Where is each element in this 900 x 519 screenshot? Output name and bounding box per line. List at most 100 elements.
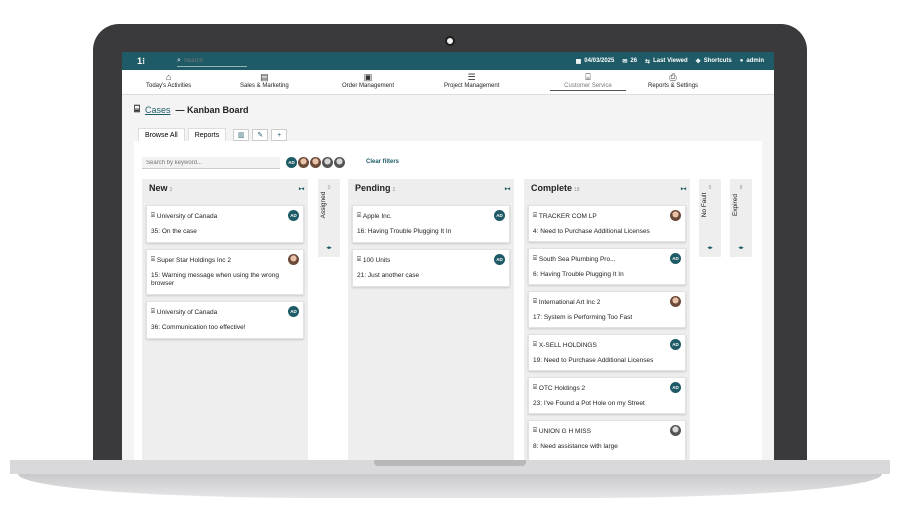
avatar[interactable] (298, 157, 309, 168)
kanban-card[interactable]: ⌸ TRACKER COM LP 4: Need to Purchase Addi… (528, 205, 686, 242)
card-company: ⌸ Apple Inc. (357, 212, 392, 220)
card-title: 4: Need to Purchase Additional Licenses (533, 228, 650, 235)
card-title: 8: Need assistance with large (533, 443, 618, 450)
kanban-card[interactable]: ⌸ OTC Holdings 2 AD 23: I've Found a Pot … (528, 377, 686, 414)
kanban-card[interactable]: ⌸ 100 Units AD 21: Just another case (352, 249, 510, 287)
building-icon: ⌸ (533, 427, 537, 434)
avatar[interactable] (334, 157, 345, 168)
kanban-card[interactable]: ⌸ Super Star Holdings Inc 2 15: Warning m… (146, 249, 304, 295)
building-icon: ⌸ (533, 255, 537, 262)
column-assigned[interactable]: 0 Assigned ◂▸ (318, 179, 340, 257)
expand-icon[interactable]: ◂▸ (730, 245, 752, 251)
building-icon: ⌸ (357, 212, 361, 219)
column-new: New 3 ▸◂ ⌸ University of Canada AD 35: On … (142, 179, 308, 460)
expand-icon[interactable]: ◂▸ (318, 245, 340, 251)
tab-browse-all[interactable]: Browse All (138, 128, 185, 142)
column-expired[interactable]: 8 Expired ◂▸ (730, 179, 752, 257)
laptop-base-bottom (18, 474, 882, 498)
camera-icon (445, 36, 455, 46)
card-title: 35: On the case (151, 228, 197, 235)
mail-widget[interactable]: ✉ 26 (622, 58, 637, 65)
card-title: 21: Just another case (357, 272, 420, 279)
avatar (670, 210, 681, 221)
avatar (288, 254, 299, 265)
printer-icon: ⎙ (669, 72, 677, 82)
card-company: ⌸ University of Canada (151, 212, 218, 220)
mail-icon: ✉ (622, 58, 628, 65)
clipboard-icon: ▣ (363, 72, 373, 82)
building-icon: ⌸ (357, 256, 361, 263)
building-icon: ⌸ (533, 298, 537, 305)
user-menu[interactable]: ● admin (740, 58, 764, 64)
home-icon: ⌂ (165, 72, 172, 82)
card-title: 19: Need to Purchase Additional Licenses (533, 357, 654, 364)
inbox-icon: ⌸ (585, 72, 591, 82)
list-icon: ☰ (467, 72, 476, 82)
laptop-notch (374, 460, 526, 466)
card-company: ⌸ South Sea Plumbing Pro... (533, 255, 616, 263)
avatar: AD (288, 210, 299, 221)
avatar: AD (494, 254, 505, 265)
avatar: AD (288, 306, 299, 317)
app-logo[interactable]: 1⁝ (134, 55, 148, 67)
nav-project-management[interactable]: ☰ Project Management (444, 72, 499, 89)
card-title: 15: Warning message when using the wrong… (151, 272, 280, 287)
avatar[interactable] (322, 157, 333, 168)
kanban-card[interactable]: ⌸ University of Canada AD 36: Communicati… (146, 301, 304, 339)
collapse-icon[interactable]: ▸◂ (681, 186, 686, 192)
last-viewed-link[interactable]: ⇆ Last Viewed (645, 58, 688, 65)
clear-filters-link[interactable]: Clear filters (366, 159, 399, 165)
avatar: AD (494, 210, 505, 221)
page-title: — Kanban Board (175, 104, 249, 115)
expand-icon[interactable]: ◂▸ (699, 245, 721, 251)
card-company: ⌸ OTC Holdings 2 (533, 384, 586, 392)
global-search[interactable]: ⌕ (177, 56, 247, 67)
avatar (670, 296, 681, 307)
inbox-icon: ⌸ (134, 104, 140, 115)
card-company: ⌸ UNION G H MISS (533, 427, 591, 435)
shortcuts-link[interactable]: ✥ Shortcuts (696, 58, 732, 65)
avatar[interactable] (310, 157, 321, 168)
date-widget[interactable]: ▦ 04/03/2025 (576, 58, 615, 65)
edit-view-icon[interactable]: ✎ (252, 129, 269, 141)
keyword-search-input[interactable] (142, 157, 280, 169)
avatar: AD (670, 382, 681, 393)
store-icon: ▤ (260, 72, 269, 82)
breadcrumb: ⌸ Cases — Kanban Board (134, 104, 249, 115)
column-no-fault[interactable]: 5 No Fault ◂▸ (699, 179, 721, 257)
nav-reports-settings[interactable]: ⎙ Reports & Settings (648, 72, 698, 89)
avatar[interactable]: AD (286, 157, 297, 168)
building-icon: ⌸ (151, 308, 155, 315)
building-icon: ⌸ (533, 384, 537, 391)
view-tabs: Browse All Reports ▥ ✎ + (138, 128, 288, 142)
user-filter-avatars: AD (286, 157, 345, 168)
nav-customer-service[interactable]: ⌸ Customer Service (550, 72, 626, 91)
kanban-card[interactable]: ⌸ Apple Inc. AD 16: Having Trouble Pluggi… (352, 205, 510, 243)
card-company: ⌸ X-SELL HOLDINGS (533, 341, 597, 349)
collapse-icon[interactable]: ▸◂ (505, 186, 510, 192)
kanban-card[interactable]: ⌸ University of Canada AD 35: On the case (146, 205, 304, 243)
kanban-card[interactable]: ⌸ International Art Inc 2 17: System is P… (528, 291, 686, 328)
calendar-icon: ▦ (575, 58, 582, 65)
kanban-card[interactable]: ⌸ UNION G H MISS 8: Need assistance with … (528, 420, 686, 460)
kanban-view-icon[interactable]: ▥ (233, 129, 250, 141)
card-title: 17: System is Performing Too Fast (533, 314, 633, 321)
nav-sales-marketing[interactable]: ▤ Sales & Marketing (240, 72, 289, 89)
kanban-card[interactable]: ⌸ South Sea Plumbing Pro... AD 6: Having … (528, 248, 686, 285)
card-company: ⌸ 100 Units (357, 256, 391, 264)
tab-reports[interactable]: Reports (187, 128, 227, 142)
nav-order-management[interactable]: ▣ Order Management (342, 72, 394, 89)
building-icon: ⌸ (533, 341, 537, 348)
card-company: ⌸ TRACKER COM LP (533, 212, 597, 220)
collapse-icon[interactable]: ▸◂ (299, 186, 304, 192)
building-icon: ⌸ (151, 256, 155, 263)
search-input[interactable] (180, 58, 242, 64)
add-view-button[interactable]: + (271, 129, 288, 141)
cases-link[interactable]: Cases (145, 105, 171, 115)
column-complete: Complete 18 ▸◂ ⌸ TRACKER COM LP 4: Need to… (524, 179, 690, 460)
building-icon: ⌸ (151, 212, 155, 219)
avatar: AD (670, 253, 681, 264)
column-title: Pending 2 (355, 183, 396, 193)
kanban-card[interactable]: ⌸ X-SELL HOLDINGS AD 19: Need to Purchase… (528, 334, 686, 371)
nav-todays-activities[interactable]: ⌂ Today's Activities (146, 72, 191, 89)
